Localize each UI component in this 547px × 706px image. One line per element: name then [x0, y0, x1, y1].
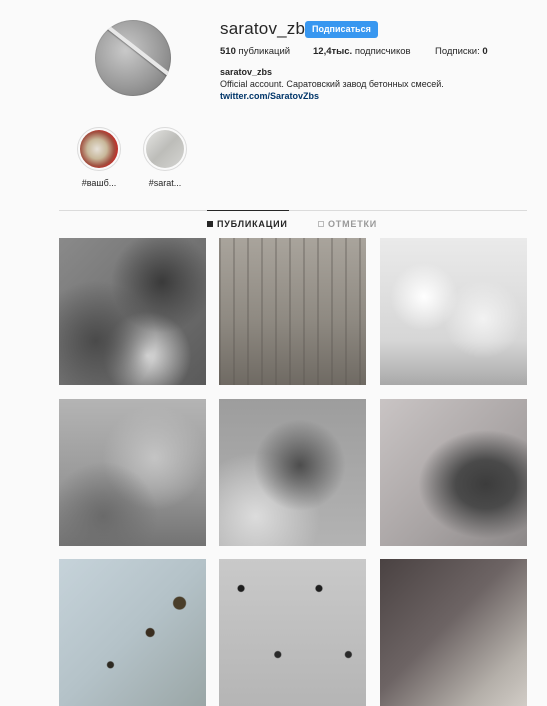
post-thumbnail[interactable]	[380, 399, 527, 546]
follow-button[interactable]: Подписаться	[305, 21, 378, 38]
bio-text: Official account. Саратовский завод бето…	[220, 79, 444, 89]
tabs-divider	[59, 210, 527, 211]
highlight-label: #sarat...	[148, 178, 182, 188]
bio-name: saratov_zbs	[220, 67, 273, 77]
post-thumbnail[interactable]	[59, 399, 206, 546]
tab-tagged-label: ОТМЕТКИ	[328, 219, 378, 229]
followers-stat[interactable]: 12,4тыс. подписчиков	[313, 46, 411, 57]
tab-posts-label: ПУБЛИКАЦИИ	[217, 219, 288, 229]
tab-posts[interactable]: ПУБЛИКАЦИИ	[207, 219, 288, 229]
posts-label: публикаций	[238, 46, 291, 57]
story-highlight[interactable]: #вашб...	[69, 127, 129, 188]
avatar-image	[95, 20, 171, 88]
following-count: 0	[482, 46, 488, 57]
active-tab-indicator	[207, 210, 289, 211]
tab-tagged[interactable]: ОТМЕТКИ	[318, 219, 377, 229]
posts-stat: 510 публикаций	[220, 46, 290, 57]
posts-count: 510	[220, 46, 236, 57]
followers-count: 12,4тыс.	[313, 46, 353, 57]
profile-username: saratov_zbs	[220, 19, 314, 38]
post-thumbnail[interactable]	[380, 238, 527, 385]
highlight-ring	[77, 127, 121, 171]
post-thumbnail[interactable]	[59, 238, 206, 385]
highlight-label: #вашб...	[81, 178, 117, 188]
followers-label: подписчиков	[354, 46, 411, 57]
highlight-ring	[143, 127, 187, 171]
tag-icon	[318, 221, 324, 227]
post-thumbnail[interactable]	[380, 559, 527, 706]
following-label: Подписки:	[435, 46, 480, 57]
following-stat[interactable]: Подписки: 0	[435, 46, 488, 57]
post-thumbnail[interactable]	[219, 559, 366, 706]
highlight-cover-image	[80, 130, 118, 168]
profile-avatar[interactable]	[95, 20, 171, 96]
bio-link[interactable]: twitter.com/SaratovZbs	[220, 91, 319, 101]
post-thumbnail[interactable]	[219, 238, 366, 385]
post-thumbnail[interactable]	[219, 399, 366, 546]
highlight-cover-image	[146, 130, 184, 168]
grid-icon	[207, 221, 213, 227]
post-thumbnail[interactable]	[59, 559, 206, 706]
story-highlight[interactable]: #sarat...	[135, 127, 195, 188]
